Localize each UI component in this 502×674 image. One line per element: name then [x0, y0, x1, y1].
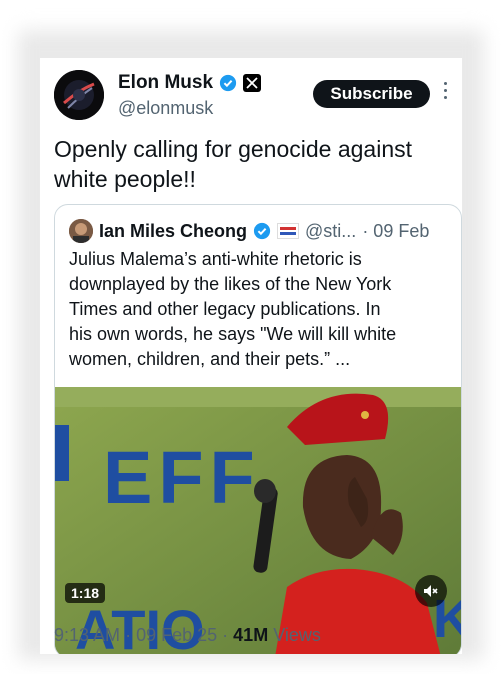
tweet-text: Openly calling for genocide against whit…	[54, 134, 454, 194]
quoted-line: downplayed by the likes of the New York	[69, 274, 392, 294]
quoted-date: · 09 Feb	[362, 220, 430, 241]
more-icon[interactable]	[444, 82, 447, 99]
author-handle[interactable]: @elonmusk	[118, 98, 213, 119]
separator: ·	[125, 625, 132, 645]
tweet-meta: 9:13 AM · 09 Feb 25 · 41M Views	[54, 625, 321, 646]
video-player[interactable]: EFF ATIO K 1:18	[55, 387, 461, 654]
tweet-card: Elon Musk @elonmusk Subscribe Openly cal…	[40, 58, 462, 654]
video-frame: EFF ATIO K	[55, 387, 461, 654]
quoted-avatar[interactable]	[69, 219, 93, 243]
author-name-row: Elon Musk	[118, 72, 262, 94]
author-avatar[interactable]	[54, 70, 104, 120]
x-logo-icon	[243, 74, 262, 92]
views-label: Views	[273, 625, 321, 645]
quoted-header: Ian Miles Cheong @sti... · 09 Feb	[69, 219, 429, 243]
views-count: 41M	[233, 625, 269, 645]
quoted-text: Julius Malema’s anti-white rhetoric is d…	[69, 247, 455, 372]
video-duration: 1:18	[65, 583, 106, 603]
quoted-line: Times and other legacy publications. In	[69, 299, 381, 319]
post-time[interactable]: 9:13 AM	[54, 625, 120, 645]
verified-badge-icon	[219, 74, 237, 92]
verified-badge-icon	[253, 222, 271, 240]
quoted-tweet[interactable]: Ian Miles Cheong @sti... · 09 Feb Julius…	[54, 204, 462, 654]
mute-icon[interactable]	[415, 575, 447, 607]
author-name[interactable]: Elon Musk	[118, 72, 213, 94]
banner-text: EFF	[103, 436, 261, 519]
quoted-line: women, children, and their pets.” ...	[69, 349, 351, 369]
subscribe-button[interactable]: Subscribe	[313, 80, 430, 108]
tweet-line: white people!!	[54, 166, 196, 192]
affiliate-badge-icon	[277, 223, 300, 239]
quoted-handle[interactable]: @sti...	[305, 221, 356, 242]
separator: ·	[222, 625, 229, 645]
tweet-line: Openly calling for genocide against	[54, 136, 413, 162]
quoted-line: Julius Malema’s anti-white rhetoric is	[69, 249, 362, 269]
post-date[interactable]: 09 Feb 25	[136, 625, 217, 645]
quoted-line: his own words, he says "We will kill whi…	[69, 324, 397, 344]
quoted-author-name[interactable]: Ian Miles Cheong	[99, 221, 247, 242]
